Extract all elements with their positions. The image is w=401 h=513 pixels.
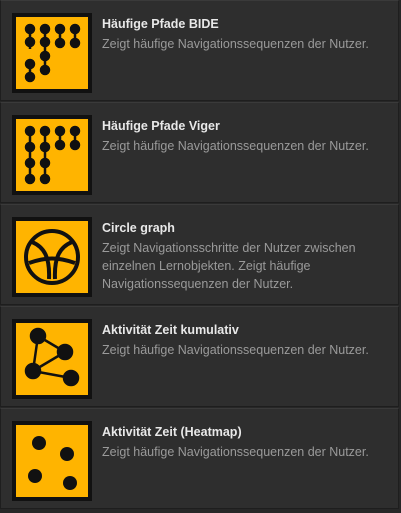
visualization-list: Häufige Pfade BIDE Zeigt häufige Navigat… [0,0,401,513]
item-description: Zeigt Navigationsschritte der Nutzer zwi… [102,241,356,291]
item-title: Häufige Pfade Viger [102,119,220,133]
item-title: Circle graph [102,221,175,235]
list-item-circle-graph[interactable]: Circle graph Zeigt Navigationsschritte d… [0,204,399,305]
sequence-dots-icon [12,115,92,195]
scatter-dots-icon [12,421,92,501]
list-item-haeufige-pfade-viger[interactable]: Häufige Pfade Viger Zeigt häufige Naviga… [0,102,399,203]
item-title: Aktivität Zeit (Heatmap) [102,425,242,439]
item-title: Häufige Pfade BIDE [102,17,219,31]
item-description: Zeigt häufige Navigationssequenzen der N… [102,37,369,51]
circle-graph-icon [12,217,92,297]
list-item-aktivitaet-zeit-kumulativ[interactable]: Aktivität Zeit kumulativ Zeigt häufige N… [0,306,399,407]
list-item-haeufige-pfade-bide[interactable]: Häufige Pfade BIDE Zeigt häufige Navigat… [0,0,399,101]
item-title: Aktivität Zeit kumulativ [102,323,239,337]
item-description: Zeigt häufige Navigationssequenzen der N… [102,139,369,153]
network-graph-icon [12,319,92,399]
list-item-aktivitaet-zeit-heatmap[interactable]: Aktivität Zeit (Heatmap) Zeigt häufige N… [0,408,399,509]
item-description: Zeigt häufige Navigationssequenzen der N… [102,445,369,459]
sequence-dots-icon [12,13,92,93]
item-description: Zeigt häufige Navigationssequenzen der N… [102,343,369,357]
